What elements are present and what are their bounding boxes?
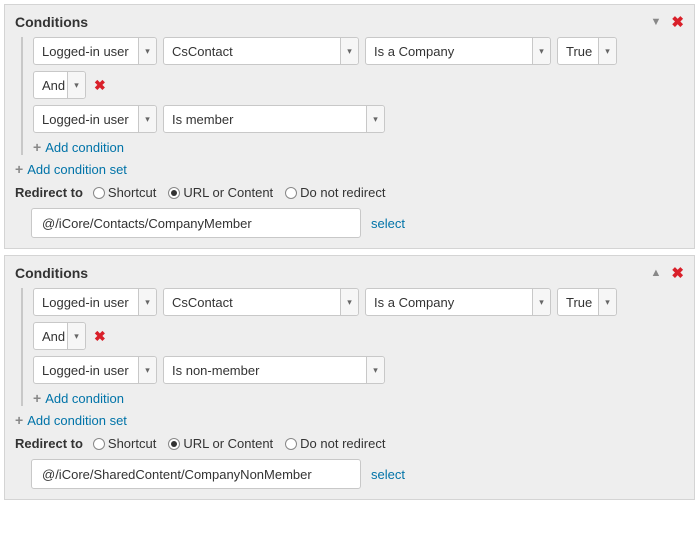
value-select[interactable]: True▾ — [557, 288, 617, 316]
property-select[interactable]: CsContact▾ — [163, 37, 359, 65]
chevron-down-icon: ▾ — [340, 38, 358, 64]
chevron-down-icon: ▾ — [598, 289, 616, 315]
close-icon[interactable]: ✖ — [671, 13, 684, 31]
chevron-down-icon: ▾ — [138, 289, 156, 315]
collapse-icon[interactable]: ▲ — [651, 267, 662, 279]
chevron-down-icon: ▾ — [598, 38, 616, 64]
plus-icon: + — [33, 390, 41, 406]
url-row: select — [31, 459, 684, 489]
property-select[interactable]: Is member▾ — [163, 105, 385, 133]
operator-select[interactable]: Is a Company▾ — [365, 37, 551, 65]
chevron-down-icon: ▾ — [138, 38, 156, 64]
subject-select[interactable]: Logged-in user▾ — [33, 356, 157, 384]
property-select[interactable]: CsContact▾ — [163, 288, 359, 316]
select-link[interactable]: select — [371, 467, 405, 482]
add-condition-label: Add condition — [45, 391, 124, 406]
join-row: And▾ ✖ — [33, 71, 684, 99]
remove-condition-icon[interactable]: ✖ — [92, 328, 108, 345]
chevron-down-icon: ▾ — [138, 106, 156, 132]
chevron-down-icon: ▾ — [340, 289, 358, 315]
plus-icon: + — [15, 412, 23, 428]
condition-row: Logged-in user▾ CsContact▾ Is a Company▾… — [33, 288, 684, 316]
operator-select[interactable]: Is a Company▾ — [365, 288, 551, 316]
condition-row: Logged-in user▾ CsContact▾ Is a Company▾… — [33, 37, 684, 65]
value-select[interactable]: True▾ — [557, 37, 617, 65]
add-condition-set-link[interactable]: + Add condition set — [15, 412, 684, 428]
redirect-label: Redirect to — [15, 185, 83, 200]
chevron-down-icon: ▾ — [366, 357, 384, 383]
chevron-down-icon: ▾ — [67, 72, 85, 98]
radio-icon — [168, 187, 180, 199]
condition-group: Logged-in user▾ CsContact▾ Is a Company▾… — [21, 37, 684, 155]
condition-row: Logged-in user▾ Is non-member▾ — [33, 356, 684, 384]
redirect-radio-group: Shortcut URL or Content Do not redirect — [93, 436, 386, 451]
url-row: select — [31, 208, 684, 238]
property-select[interactable]: Is non-member▾ — [163, 356, 385, 384]
radio-none[interactable]: Do not redirect — [285, 185, 385, 200]
add-condition-set-label: Add condition set — [27, 413, 127, 428]
radio-icon — [168, 438, 180, 450]
chevron-down-icon: ▾ — [67, 323, 85, 349]
panel-header: Conditions ▲ ✖ — [15, 264, 684, 282]
subject-select[interactable]: Logged-in user▾ — [33, 37, 157, 65]
redirect-label: Redirect to — [15, 436, 83, 451]
radio-shortcut[interactable]: Shortcut — [93, 436, 156, 451]
join-select[interactable]: And▾ — [33, 322, 86, 350]
add-condition-link[interactable]: + Add condition — [33, 139, 684, 155]
chevron-down-icon: ▾ — [532, 38, 550, 64]
radio-none[interactable]: Do not redirect — [285, 436, 385, 451]
remove-condition-icon[interactable]: ✖ — [92, 77, 108, 94]
plus-icon: + — [33, 139, 41, 155]
chevron-down-icon: ▾ — [532, 289, 550, 315]
chevron-down-icon: ▾ — [366, 106, 384, 132]
redirect-row: Redirect to Shortcut URL or Content Do n… — [15, 436, 684, 451]
radio-icon — [285, 187, 297, 199]
url-input[interactable] — [31, 459, 361, 489]
subject-select[interactable]: Logged-in user▾ — [33, 288, 157, 316]
condition-row: Logged-in user▾ Is member▾ — [33, 105, 684, 133]
radio-shortcut[interactable]: Shortcut — [93, 185, 156, 200]
redirect-row: Redirect to Shortcut URL or Content Do n… — [15, 185, 684, 200]
close-icon[interactable]: ✖ — [671, 264, 684, 282]
radio-icon — [285, 438, 297, 450]
add-condition-set-link[interactable]: + Add condition set — [15, 161, 684, 177]
join-row: And▾ ✖ — [33, 322, 684, 350]
join-select[interactable]: And▾ — [33, 71, 86, 99]
add-condition-link[interactable]: + Add condition — [33, 390, 684, 406]
chevron-down-icon: ▾ — [138, 357, 156, 383]
panel-header: Conditions ▼ ✖ — [15, 13, 684, 31]
panel-title: Conditions — [15, 14, 651, 30]
redirect-radio-group: Shortcut URL or Content Do not redirect — [93, 185, 386, 200]
condition-panel: Conditions ▼ ✖ Logged-in user▾ CsContact… — [4, 4, 695, 249]
add-condition-set-label: Add condition set — [27, 162, 127, 177]
plus-icon: + — [15, 161, 23, 177]
url-input[interactable] — [31, 208, 361, 238]
radio-url[interactable]: URL or Content — [168, 185, 273, 200]
condition-panel: Conditions ▲ ✖ Logged-in user▾ CsContact… — [4, 255, 695, 500]
radio-icon — [93, 187, 105, 199]
radio-url[interactable]: URL or Content — [168, 436, 273, 451]
radio-icon — [93, 438, 105, 450]
subject-select[interactable]: Logged-in user▾ — [33, 105, 157, 133]
condition-group: Logged-in user▾ CsContact▾ Is a Company▾… — [21, 288, 684, 406]
collapse-icon[interactable]: ▼ — [651, 16, 662, 28]
select-link[interactable]: select — [371, 216, 405, 231]
panel-title: Conditions — [15, 265, 651, 281]
add-condition-label: Add condition — [45, 140, 124, 155]
